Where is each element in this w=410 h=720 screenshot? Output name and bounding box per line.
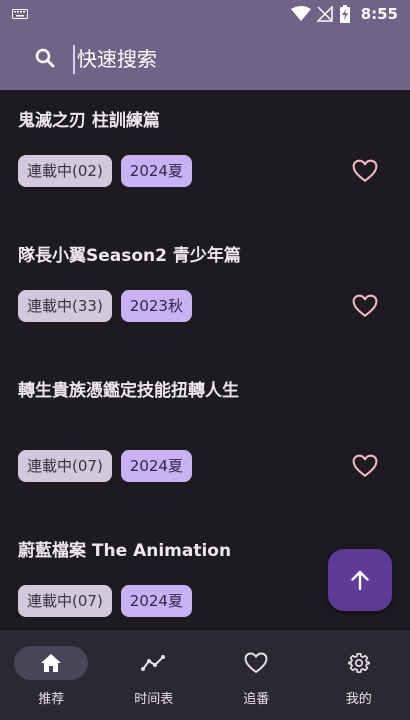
search-bar[interactable] bbox=[0, 28, 410, 90]
status-bar: 8:55 bbox=[0, 0, 410, 28]
keyboard-icon bbox=[12, 9, 28, 19]
home-icon bbox=[41, 654, 62, 672]
search-icon[interactable] bbox=[33, 46, 57, 70]
favorite-button[interactable] bbox=[349, 155, 381, 187]
no-signal-icon bbox=[316, 6, 333, 22]
season-chip: 2024夏 bbox=[120, 155, 192, 187]
season-chip: 2024夏 bbox=[120, 585, 192, 617]
battery-charging-icon bbox=[339, 5, 350, 23]
scroll-to-top-button[interactable] bbox=[328, 549, 392, 611]
status-chip: 連載中(02) bbox=[18, 155, 112, 187]
season-chip: 2023秋 bbox=[120, 290, 192, 322]
nav-item-schedule[interactable]: 时间表 bbox=[103, 630, 206, 720]
app-bar: 8:55 bbox=[0, 0, 410, 90]
nav-item-recommend[interactable]: 推荐 bbox=[0, 630, 103, 720]
search-input[interactable] bbox=[77, 42, 377, 76]
bottom-navigation: 推荐 时间表 追番 我的 bbox=[0, 630, 410, 720]
anime-title[interactable]: 鬼滅之刃 柱訓練篇 bbox=[18, 107, 268, 135]
text-cursor bbox=[73, 45, 75, 74]
heart-icon bbox=[244, 652, 268, 673]
wifi-icon bbox=[290, 6, 311, 21]
favorite-button[interactable] bbox=[349, 450, 381, 482]
nav-item-mine[interactable]: 我的 bbox=[308, 630, 410, 720]
anime-title[interactable]: 蔚藍檔案 The Animation bbox=[18, 537, 318, 565]
status-chip: 連載中(07) bbox=[18, 450, 112, 482]
nav-active-indicator bbox=[14, 646, 89, 680]
timeline-icon bbox=[140, 655, 165, 671]
heart-outline-icon bbox=[352, 294, 378, 317]
heart-outline-icon bbox=[352, 159, 378, 182]
status-chip: 連載中(33) bbox=[18, 290, 112, 322]
nav-label: 推荐 bbox=[38, 692, 65, 707]
nav-label: 我的 bbox=[345, 692, 372, 707]
app-screen: 8:55 鬼滅之刃 柱訓練篇 連載中(02) 2024夏 bbox=[0, 0, 410, 720]
status-chip: 連載中(07) bbox=[18, 585, 112, 617]
arrow-up-icon bbox=[351, 570, 369, 591]
nav-label: 时间表 bbox=[134, 692, 174, 707]
anime-title[interactable]: 隊長小翼Season2 青少年篇 bbox=[18, 242, 268, 270]
status-clock: 8:55 bbox=[360, 5, 398, 23]
nav-item-following[interactable]: 追番 bbox=[205, 630, 308, 720]
heart-outline-icon bbox=[352, 454, 378, 477]
gear-icon bbox=[347, 653, 370, 673]
nav-label: 追番 bbox=[243, 692, 270, 707]
favorite-button[interactable] bbox=[349, 290, 381, 322]
anime-title[interactable]: 轉生貴族憑鑑定技能扭轉人生 bbox=[18, 377, 268, 405]
season-chip: 2024夏 bbox=[120, 450, 192, 482]
